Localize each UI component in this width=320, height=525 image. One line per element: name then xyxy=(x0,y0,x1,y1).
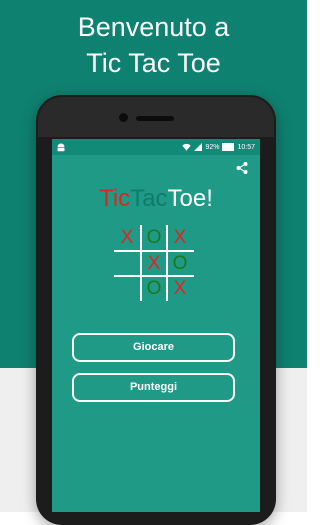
tic-tac-toe-board: XOXXOOX xyxy=(114,225,194,301)
battery-percent: 92% xyxy=(205,143,220,151)
clock: 10:57 xyxy=(237,143,255,151)
promo-headline-line1: Benvenuto a xyxy=(77,12,230,42)
title-part-tac: Tac xyxy=(130,185,168,212)
title-part-toe: Toe! xyxy=(167,185,213,212)
wifi-icon xyxy=(182,143,192,151)
phone-earpiece xyxy=(136,116,174,121)
board-cell-r2-c0 xyxy=(114,276,140,301)
board-cell-r0-c0: X xyxy=(120,227,134,248)
board-cell-r0-c2: X xyxy=(173,227,187,248)
android-icon xyxy=(57,143,65,152)
share-icon[interactable] xyxy=(235,161,249,175)
battery-icon xyxy=(222,143,235,151)
title-part-tic: Tic xyxy=(99,185,131,212)
status-right-group: 92% 10:57 xyxy=(182,142,255,152)
board-cell-r1-c2: O xyxy=(172,253,188,274)
status-bar: 92% 10:57 xyxy=(52,139,260,155)
app-title: TicTacToe! xyxy=(52,184,260,214)
play-button[interactable]: Giocare xyxy=(72,333,235,362)
board-cell-r2-c2: X xyxy=(173,278,187,299)
phone-camera xyxy=(119,113,128,122)
board-cell-r2-c1: O xyxy=(146,278,162,299)
board-cell-r1-c0 xyxy=(114,251,140,276)
board-cell-r0-c1: O xyxy=(146,227,162,248)
signal-icon xyxy=(194,143,203,151)
board-cell-r1-c1: X xyxy=(147,253,161,274)
scores-button[interactable]: Punteggi xyxy=(72,373,235,402)
app-screen: 92% 10:57 TicTacToe! XOXXOOX Giocare Pun… xyxy=(52,139,260,512)
promo-headline-line2: Tic Tac Toe xyxy=(86,48,221,78)
